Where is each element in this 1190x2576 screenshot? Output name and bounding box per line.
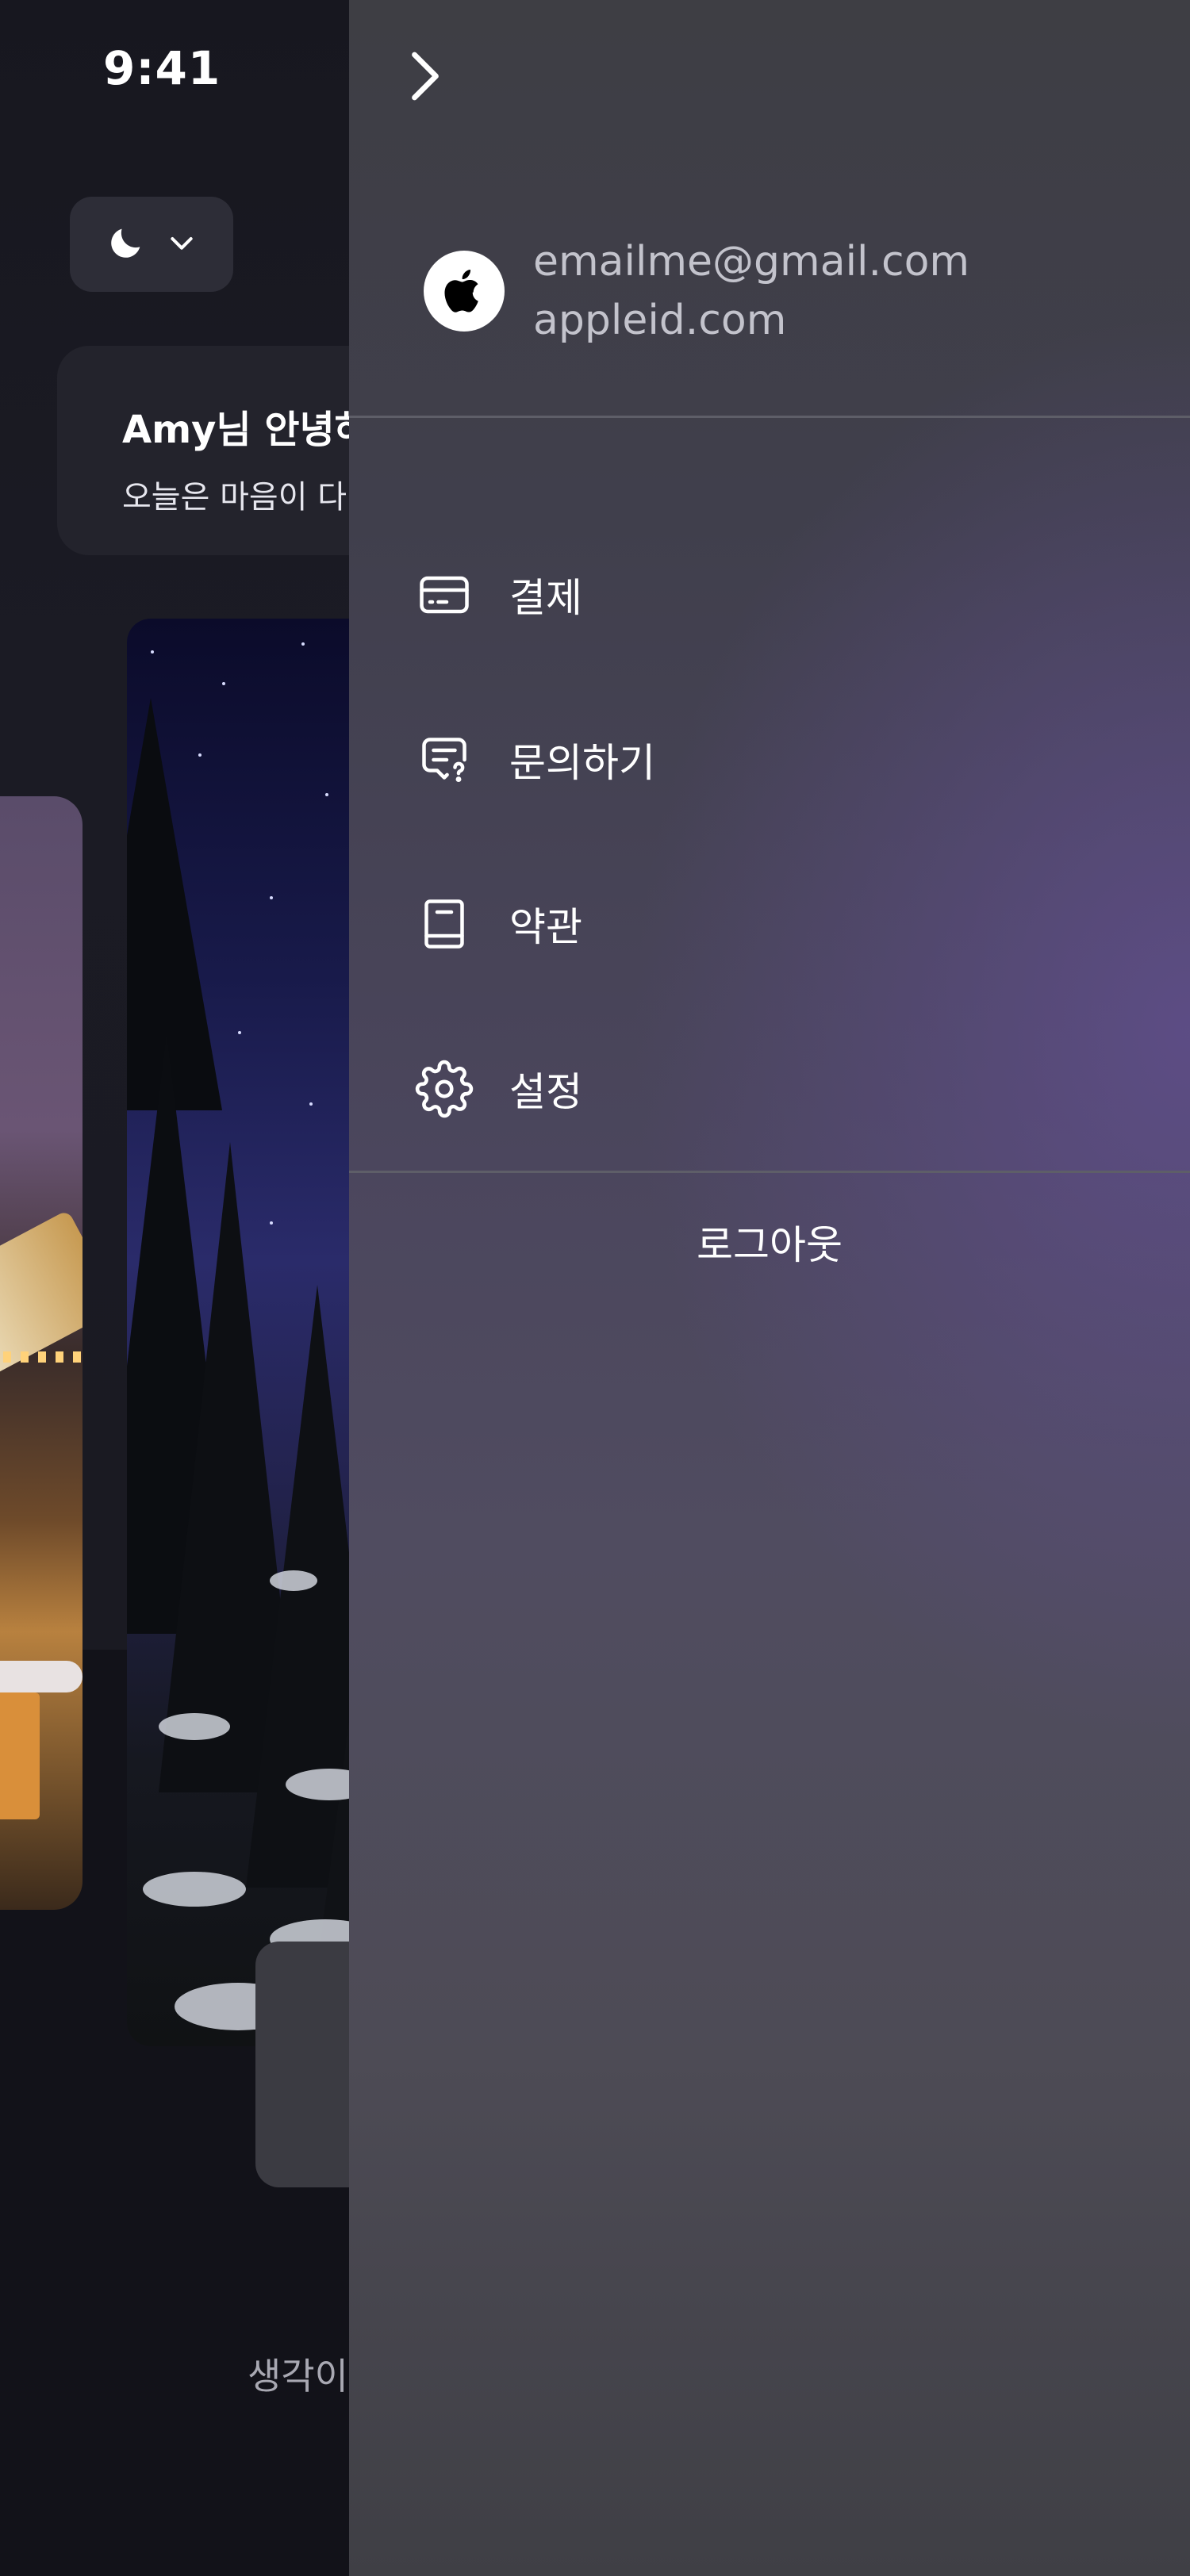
account-email: emailme@gmail.com [533, 238, 970, 286]
divider-top [349, 416, 1190, 418]
account-info: emailme@gmail.com appleid.com [424, 238, 969, 344]
gear-icon [414, 1059, 474, 1119]
menu-label-payment: 결제 [509, 575, 582, 621]
divider-bottom [349, 1171, 1190, 1173]
chevron-down-icon [166, 227, 198, 262]
theme-mode-button[interactable] [70, 197, 233, 292]
menu-label-terms: 약관 [509, 904, 582, 950]
account-domain: appleid.com [533, 297, 787, 344]
side-drawer: emailme@gmail.com appleid.com 결제 문의하기 약관… [349, 0, 1190, 2576]
apple-logo-icon [424, 251, 505, 332]
house-image-card[interactable] [0, 796, 83, 1910]
menu-item-settings[interactable]: 설정 [414, 1041, 1049, 1137]
chat-question-icon [414, 730, 474, 790]
book-icon [414, 894, 474, 954]
greeting-subtitle: 오늘은 마음이 다 [122, 479, 347, 516]
menu-label-settings: 설정 [509, 1069, 582, 1115]
string-lights [0, 1351, 83, 1363]
menu-item-inquiry[interactable]: 문의하기 [414, 712, 1049, 807]
close-drawer-button[interactable] [397, 49, 454, 106]
menu-item-payment[interactable]: 결제 [414, 547, 1049, 642]
snow-ledge [0, 1661, 83, 1692]
menu-label-inquiry: 문의하기 [509, 740, 655, 786]
menu-item-terms[interactable]: 약관 [414, 876, 1049, 972]
greeting-title: Amy님 안녕하 [122, 408, 370, 452]
logout-button[interactable]: 로그아웃 [349, 1213, 1190, 1271]
status-bar-time: 9:41 [103, 41, 221, 95]
prompt-text: 생각이 [248, 2355, 348, 2398]
chevron-right-icon [403, 48, 447, 108]
moon-icon [106, 222, 147, 266]
credit-card-icon [414, 565, 474, 625]
house-door [0, 1692, 40, 1819]
